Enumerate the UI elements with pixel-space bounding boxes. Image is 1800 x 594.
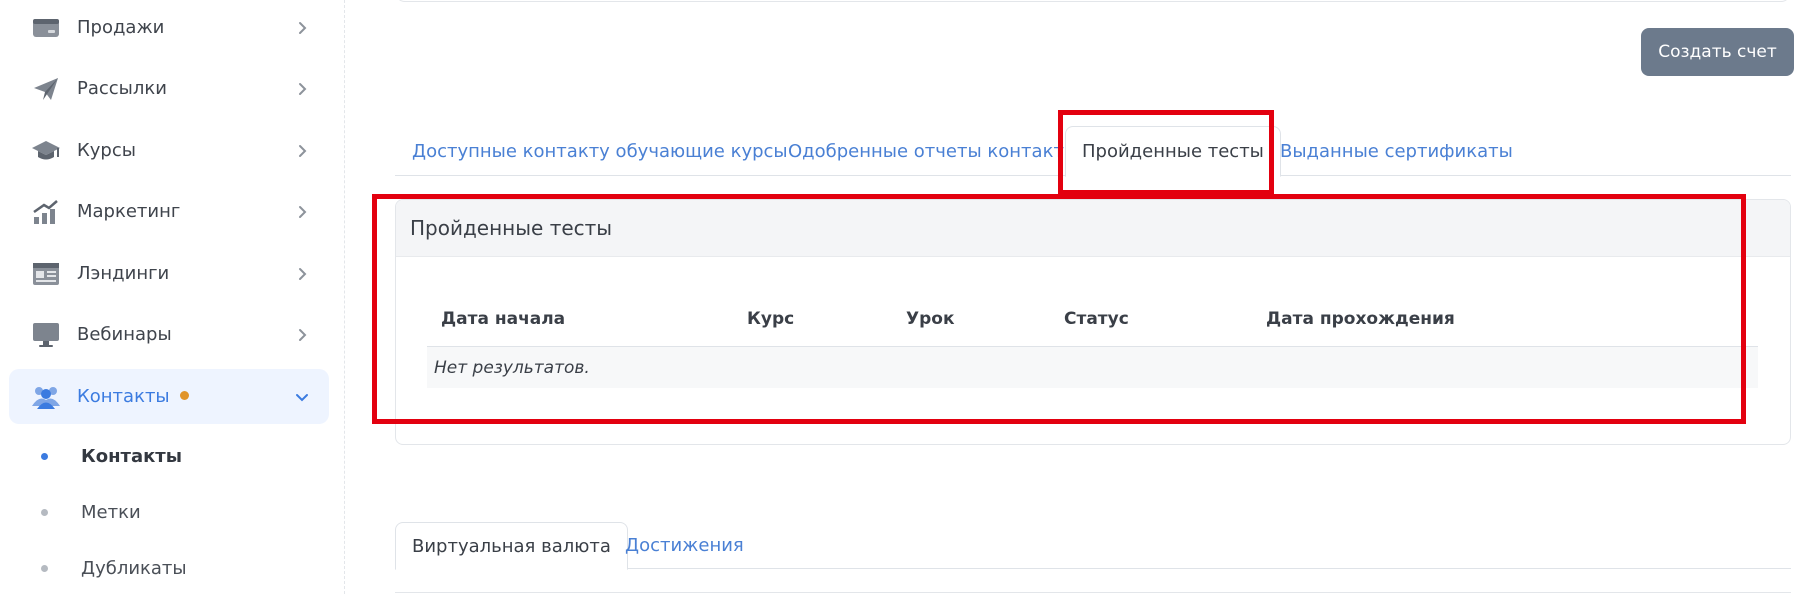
- sidebar-item-marketing[interactable]: Маркетинг: [9, 184, 329, 239]
- sidebar-subitem-tags[interactable]: Метки: [0, 492, 330, 532]
- chevron-right-icon: [299, 328, 307, 341]
- chevron-right-icon: [299, 144, 307, 157]
- chevron-right-icon: [299, 21, 307, 34]
- bullet-icon: [41, 508, 48, 516]
- passed-tests-panel: Пройденные тесты Дата начала Курс Урок С…: [395, 199, 1791, 445]
- sidebar-item-label: Вебинары: [77, 324, 172, 345]
- sidebar-subitem-label: Контакты: [81, 445, 183, 467]
- monitor-icon: [31, 320, 61, 350]
- create-invoice-button[interactable]: Создать счет: [1641, 28, 1794, 76]
- tab-virtual-currency[interactable]: Виртуальная валюта: [395, 522, 628, 570]
- chart-growth-icon: [31, 197, 61, 227]
- contact-tabs: Доступные контакту обучающие курсы Одобр…: [395, 126, 1791, 177]
- chevron-down-icon: [296, 393, 308, 401]
- sidebar-item-landings[interactable]: Лэндинги: [9, 246, 329, 301]
- tab-achievements[interactable]: Достижения: [625, 522, 744, 569]
- tab-issued-certificates[interactable]: Выданные сертификаты: [1280, 126, 1513, 176]
- column-header-start-date[interactable]: Дата начала: [441, 291, 565, 347]
- users-icon: [31, 382, 61, 412]
- column-header-completion-date[interactable]: Дата прохождения: [1266, 291, 1455, 347]
- notification-dot: [179, 390, 189, 400]
- landing-page-icon: [31, 259, 61, 289]
- sidebar-subitem-label: Метки: [81, 501, 141, 523]
- sidebar-item-label: Курсы: [77, 140, 136, 161]
- tab-passed-tests[interactable]: Пройденные тесты: [1065, 126, 1281, 177]
- sidebar-item-mailings[interactable]: Рассылки: [9, 61, 329, 116]
- table-header: Дата начала Курс Урок Статус Дата прохож…: [427, 291, 1758, 347]
- bullet-icon: [41, 452, 48, 460]
- sidebar-item-webinars[interactable]: Вебинары: [9, 307, 329, 362]
- sidebar-item-label: Маркетинг: [77, 201, 181, 222]
- sidebar-item-label-text: Контакты: [77, 386, 170, 407]
- column-header-lesson[interactable]: Урок: [906, 291, 955, 347]
- sidebar: Продажи Рассылки Курсы Маркетинг Лэндинг…: [0, 0, 345, 594]
- sidebar-item-label: Контакты: [77, 386, 189, 407]
- sidebar-item-contacts[interactable]: Контакты: [9, 369, 329, 424]
- sidebar-subitem-label: Дубликаты: [81, 557, 187, 579]
- column-header-course[interactable]: Курс: [747, 291, 794, 347]
- bullet-icon: [41, 564, 48, 572]
- chevron-right-icon: [299, 205, 307, 218]
- paper-plane-icon: [31, 74, 61, 104]
- tab-available-courses[interactable]: Доступные контакту обучающие курсы: [412, 126, 788, 176]
- passed-tests-table: Дата начала Курс Урок Статус Дата прохож…: [427, 291, 1758, 388]
- sidebar-item-courses[interactable]: Курсы: [9, 123, 329, 178]
- sidebar-item-label: Продажи: [77, 17, 165, 38]
- sidebar-subitem-contacts[interactable]: Контакты: [0, 436, 330, 476]
- empty-results-row: Нет результатов.: [427, 347, 1758, 388]
- chevron-right-icon: [299, 82, 307, 95]
- panel-title: Пройденные тесты: [396, 200, 1790, 257]
- sidebar-item-label: Рассылки: [77, 78, 167, 99]
- tab-approved-reports[interactable]: Одобренные отчеты контакта: [788, 126, 1075, 176]
- chevron-right-icon: [299, 267, 307, 280]
- credit-card-icon: [31, 13, 61, 43]
- column-header-status[interactable]: Статус: [1064, 291, 1129, 347]
- graduation-cap-icon: [31, 136, 61, 166]
- sidebar-subitem-duplicates[interactable]: Дубликаты: [0, 548, 330, 588]
- sidebar-item-sales[interactable]: Продажи: [9, 0, 329, 55]
- contact-tabs-secondary: Виртуальная валюта Достижения: [395, 522, 1791, 570]
- sidebar-item-label: Лэндинги: [77, 263, 170, 284]
- top-card: [395, 0, 1791, 2]
